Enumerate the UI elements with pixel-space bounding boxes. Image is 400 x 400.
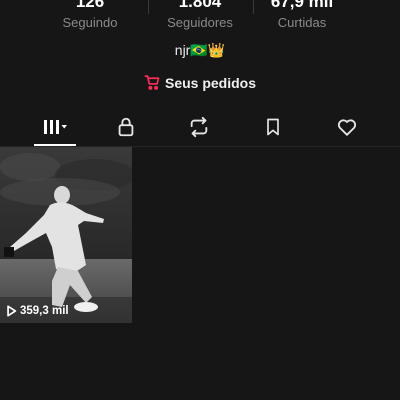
stat-following-count: 126 <box>75 0 105 11</box>
heart-icon <box>335 116 359 138</box>
stat-likes-label: Curtidas <box>277 15 327 30</box>
grid-icon <box>38 117 72 137</box>
tab-videos[interactable] <box>30 108 80 146</box>
orders-link[interactable]: Seus pedidos <box>0 74 400 91</box>
bookmark-icon <box>263 116 283 138</box>
stat-likes[interactable]: 67,9 mil Curtidas <box>252 0 352 31</box>
tab-private[interactable] <box>101 108 151 146</box>
video-thumbnail-image <box>0 147 132 323</box>
orders-label: Seus pedidos <box>164 74 257 91</box>
tab-reposts[interactable] <box>174 108 224 146</box>
repost-icon <box>187 116 211 138</box>
stat-divider <box>148 0 149 14</box>
stat-followers-label: Seguidores <box>167 15 233 30</box>
profile-bio: njr🇧🇷👑 <box>174 42 226 58</box>
video-view-count-label: 359,3 mil <box>20 305 69 317</box>
stat-following-label: Seguindo <box>62 15 118 30</box>
stat-followers[interactable]: 1.804 Seguidores <box>150 0 250 31</box>
video-thumbnail[interactable]: 359,3 mil <box>0 147 132 323</box>
tab-liked[interactable] <box>322 108 372 146</box>
shopping-cart-icon <box>144 74 161 91</box>
stat-followers-count: 1.804 <box>178 0 222 11</box>
tab-favorites[interactable] <box>248 108 298 146</box>
profile-tabs <box>0 108 400 146</box>
stat-following[interactable]: 126 Seguindo <box>40 0 140 31</box>
lock-icon <box>115 116 137 138</box>
stat-likes-count: 67,9 mil <box>270 0 334 11</box>
play-icon <box>6 305 17 317</box>
video-view-count: 359,3 mil <box>6 305 69 317</box>
profile-stats: 126 Seguindo 1.804 Seguidores 67,9 mil C… <box>0 0 400 36</box>
